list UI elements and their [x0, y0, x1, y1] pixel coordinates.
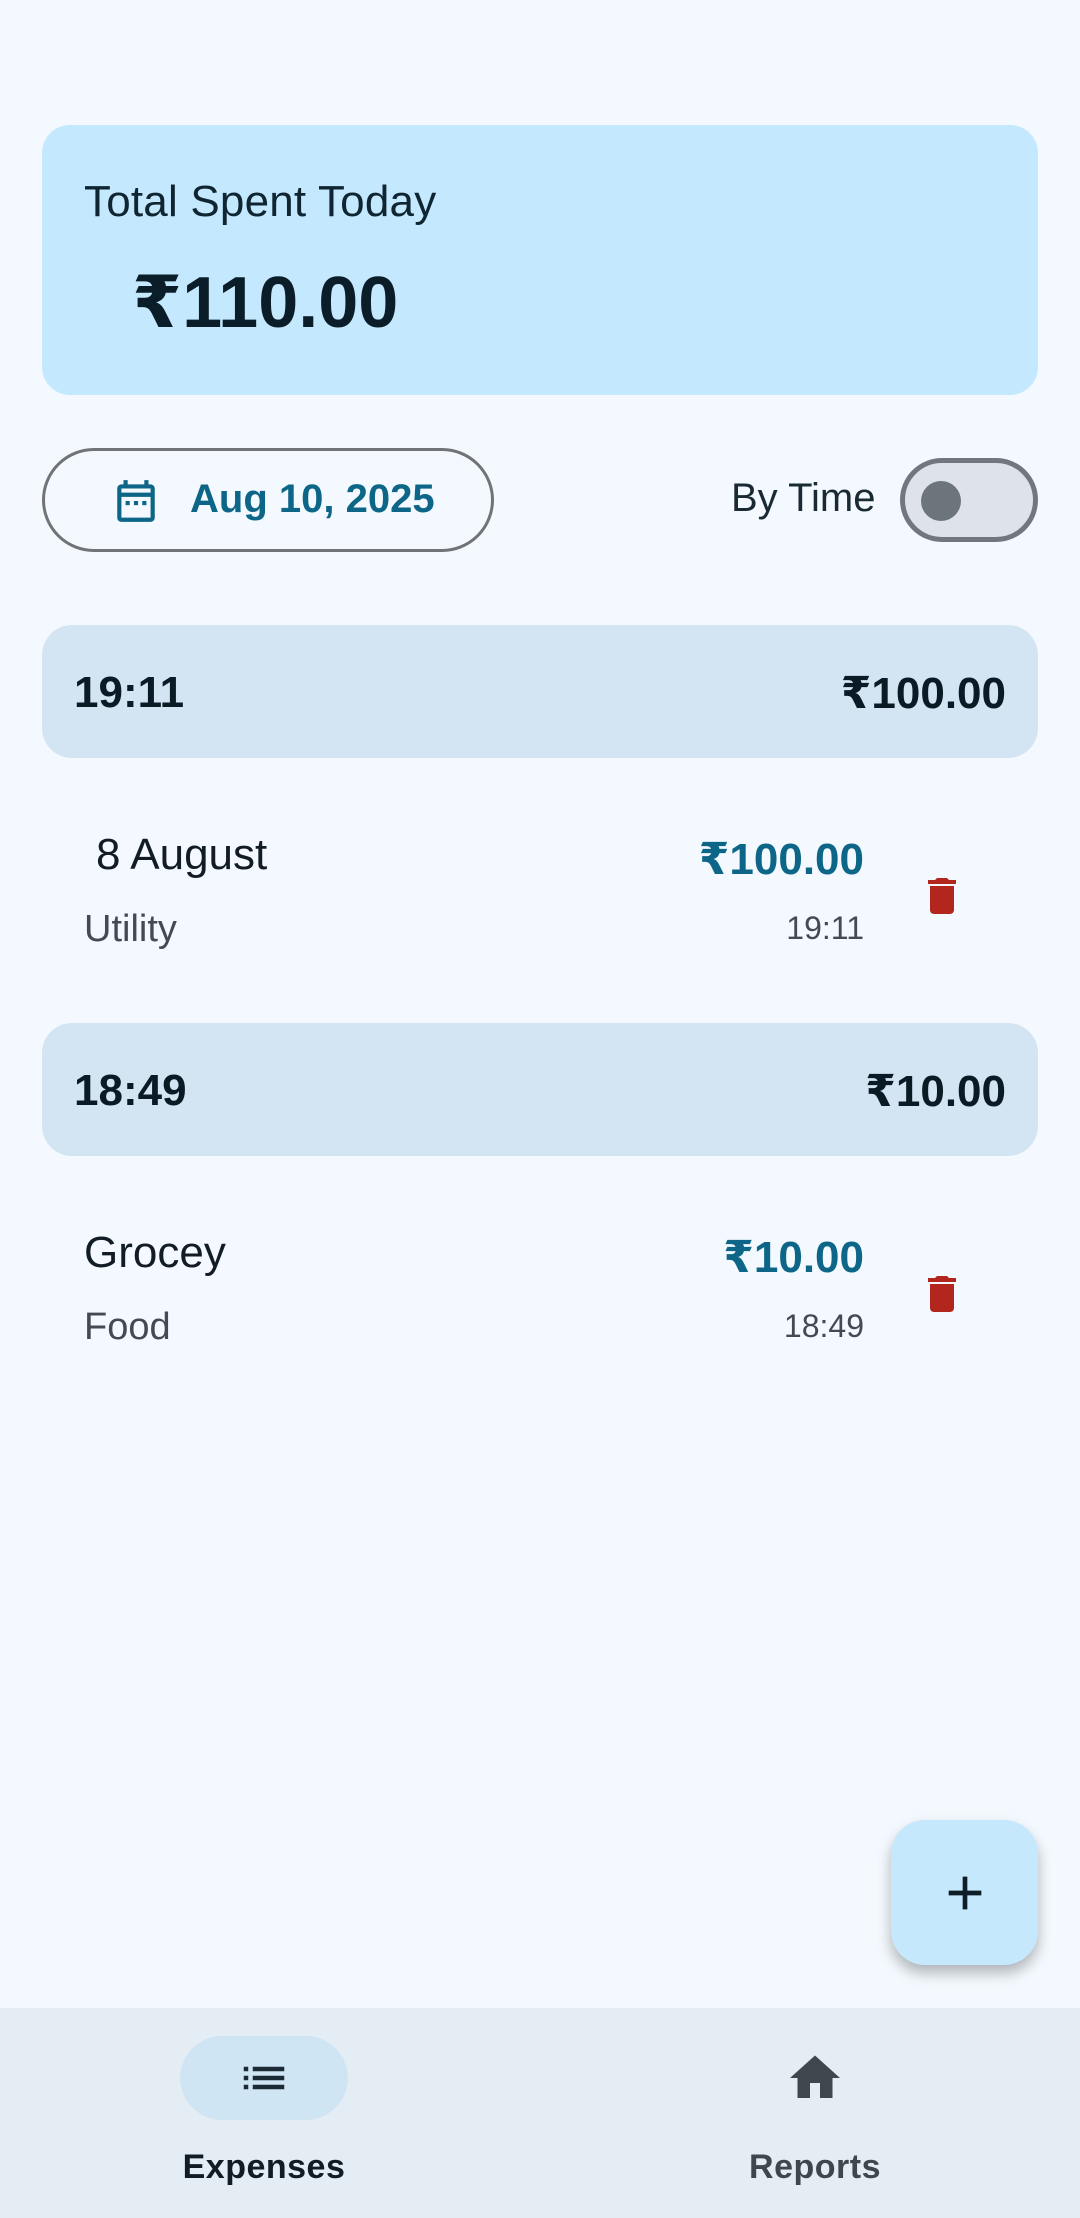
expense-category: Food — [84, 1306, 171, 1348]
expense-amount: ₹100.00 — [698, 835, 864, 884]
total-spent-card: Total Spent Today ₹110.00 — [42, 125, 1038, 395]
nav-reports-indicator — [731, 2036, 899, 2120]
group-time: 18:49 — [74, 1066, 187, 1115]
expense-category: Utility — [84, 908, 177, 950]
expense-item[interactable]: Grocey Food ₹10.00 18:49 — [42, 1216, 1038, 1386]
nav-reports-label: Reports — [749, 2148, 881, 2186]
delete-expense-button[interactable] — [912, 1264, 972, 1324]
expense-title: Grocey — [84, 1228, 226, 1277]
nav-expenses[interactable]: Expenses — [114, 2036, 414, 2196]
home-icon — [790, 2055, 840, 2098]
group-header: 18:49 ₹10.00 — [42, 1023, 1038, 1156]
plus-icon — [948, 1876, 981, 1909]
bottom-navigation: Expenses Reports — [0, 2008, 1080, 2218]
date-picker-button[interactable]: Aug 10, 2025 — [42, 448, 494, 552]
nav-reports[interactable]: Reports — [665, 2036, 965, 2196]
group-time: 19:11 — [74, 668, 185, 717]
total-spent-label: Total Spent Today — [84, 177, 437, 226]
nav-expenses-indicator — [180, 2036, 348, 2120]
group-header: 19:11 ₹100.00 — [42, 625, 1038, 758]
trash-icon — [928, 878, 956, 914]
nav-expenses-label: Expenses — [182, 2148, 346, 2186]
expense-time: 18:49 — [783, 1308, 864, 1344]
trash-icon — [928, 1276, 956, 1312]
group-total: ₹10.00 — [865, 1067, 1006, 1116]
add-expense-button[interactable] — [891, 1820, 1038, 1965]
toggle-knob — [921, 481, 961, 521]
delete-expense-button[interactable] — [912, 866, 972, 926]
calendar-icon — [117, 480, 155, 522]
expense-item[interactable]: 8 August Utility ₹100.00 19:11 — [42, 818, 1038, 988]
expense-time: 19:11 — [786, 910, 864, 946]
expense-title: 8 August — [96, 830, 268, 879]
by-time-toggle[interactable] — [900, 458, 1038, 542]
expense-amount: ₹10.00 — [723, 1233, 864, 1282]
by-time-label: By Time — [731, 476, 876, 520]
total-spent-amount: ₹110.00 — [132, 263, 399, 343]
group-total: ₹100.00 — [840, 669, 1006, 718]
selected-date: Aug 10, 2025 — [190, 477, 435, 521]
list-icon — [243, 2066, 285, 2090]
